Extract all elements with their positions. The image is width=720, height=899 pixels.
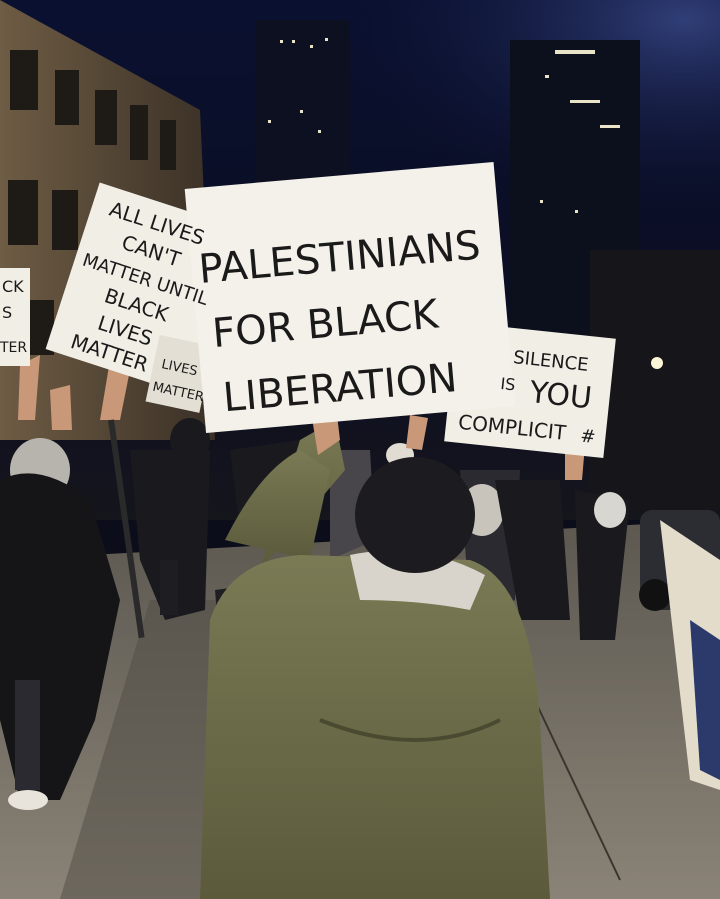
right-sign-line1: SILENCE — [512, 347, 589, 376]
right-sign-line3: YOU — [527, 375, 594, 416]
sign-text-layer: PALESTINIANS FOR BLACK LIBERATION ALL LI… — [0, 197, 597, 448]
far-left-sign-line1: CK — [2, 277, 24, 296]
right-sign-line2: IS — [500, 374, 517, 394]
right-sign-line5: # — [579, 426, 596, 448]
main-sign-line3: LIBERATION — [221, 355, 459, 421]
main-sign-line2: FOR BLACK — [210, 291, 441, 357]
far-left-sign-line2: S — [2, 303, 12, 322]
right-sign-line4: COMPLICIT — [457, 410, 568, 445]
protest-photo: PALESTINIANS FOR BLACK LIBERATION ALL LI… — [0, 0, 720, 899]
main-sign-line1: PALESTINIANS — [197, 223, 482, 293]
far-left-sign-line3: TER — [0, 340, 27, 356]
small-sign-line1: LIVES — [160, 357, 199, 379]
small-sign-line2: MATTER — [151, 380, 205, 405]
